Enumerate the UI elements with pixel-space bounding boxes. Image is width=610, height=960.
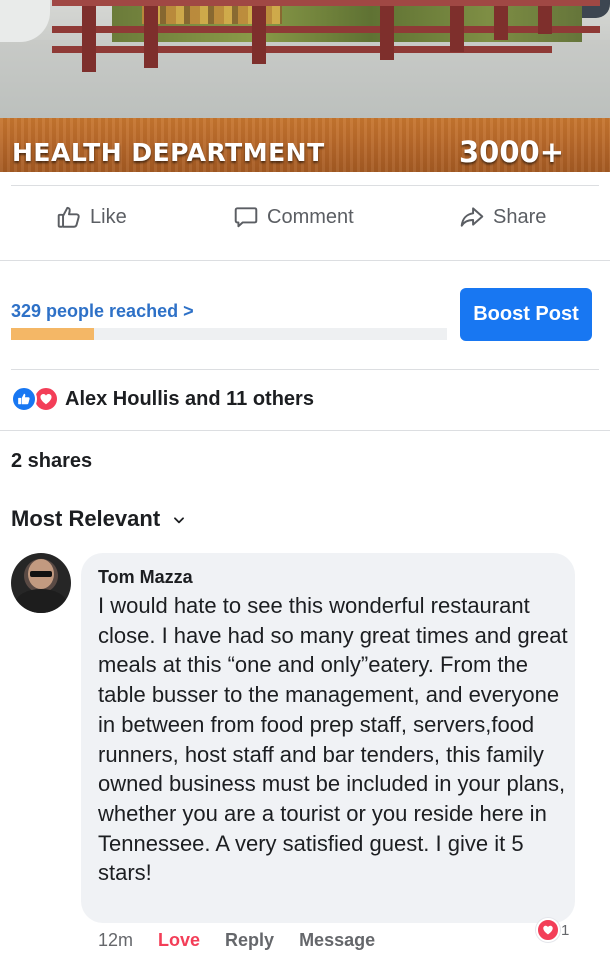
comment-actions: 12m Love Reply Message <box>98 930 375 951</box>
reaction-summary[interactable]: Alex Houllis and 11 others <box>65 388 314 411</box>
heart-icon <box>536 918 560 942</box>
divider <box>11 369 599 370</box>
reaction-icons[interactable] <box>11 386 59 412</box>
comment-text: I would hate to see this wonderful resta… <box>98 593 568 886</box>
reaction-count: 1 <box>561 921 570 939</box>
like-button[interactable]: Like <box>56 200 127 234</box>
chevron-down-icon <box>174 517 185 524</box>
comment-button[interactable]: Comment <box>233 200 354 234</box>
reply-button[interactable]: Reply <box>225 930 274 951</box>
sort-label: Most Relevant <box>11 506 161 531</box>
comment-reaction-count[interactable]: 1 <box>536 918 569 942</box>
boost-post-button[interactable]: Boost Post <box>460 288 592 341</box>
love-reaction-button[interactable]: Love <box>158 930 200 951</box>
post-image[interactable]: HEALTH DEPARTMENT 3000+ <box>0 0 610 172</box>
red-fence <box>52 0 600 72</box>
message-button[interactable]: Message <box>299 930 375 951</box>
comment-icon <box>234 207 258 228</box>
share-arrow-icon <box>460 207 484 227</box>
banner-number: 3000+ <box>459 135 565 169</box>
reach-progress-bar <box>11 328 447 340</box>
share-button[interactable]: Share <box>459 200 546 234</box>
like-label: Like <box>90 205 127 228</box>
banner-title: HEALTH DEPARTMENT <box>12 138 325 167</box>
divider <box>0 430 610 431</box>
wood-banner: HEALTH DEPARTMENT 3000+ <box>0 118 610 172</box>
comment-label: Comment <box>267 205 354 228</box>
comment-timestamp: 12m <box>98 930 134 950</box>
share-label: Share <box>493 205 547 228</box>
divider <box>0 260 610 261</box>
shares-count[interactable]: 2 shares <box>11 450 92 473</box>
parking-lot-photo <box>0 0 610 118</box>
divider <box>11 185 599 186</box>
reach-progress-fill <box>11 328 94 340</box>
comment-sort-dropdown[interactable]: Most Relevant <box>11 506 186 532</box>
like-reaction-icon <box>11 386 37 412</box>
comment-author[interactable]: Tom Mazza <box>98 567 193 588</box>
people-reached-link[interactable]: 329 people reached > <box>11 301 194 322</box>
avatar[interactable] <box>11 553 71 613</box>
thumbs-up-icon <box>57 206 80 228</box>
